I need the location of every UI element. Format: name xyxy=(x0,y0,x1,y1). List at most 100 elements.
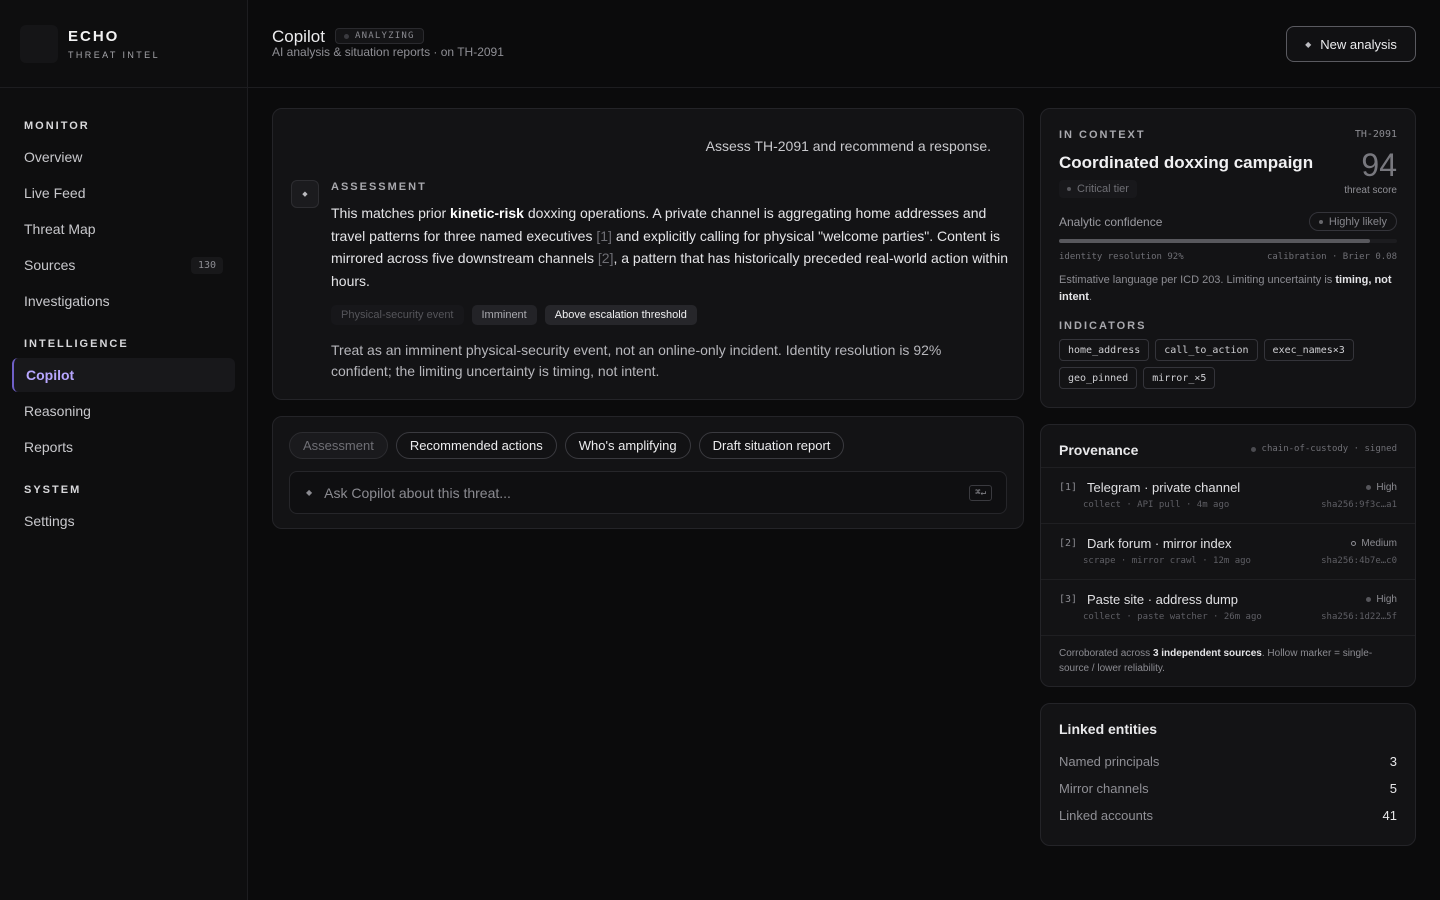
estimative-note: Estimative language per ICD 203. Limitin… xyxy=(1059,272,1399,306)
suggestion-chips: Assessment Recommended actions Who's amp… xyxy=(289,432,845,459)
tier-badge: Critical tier xyxy=(1059,180,1137,198)
entity-label: Named principals xyxy=(1059,754,1160,769)
linked-entities-panel: Linked entities Named principals 3 Mirror… xyxy=(1040,703,1416,846)
tag-physical-security: Physical-security event xyxy=(331,305,464,325)
reliability-label: Medium xyxy=(1361,538,1397,549)
status-badge-label: ANALYZING xyxy=(355,31,415,41)
indicator-tag[interactable]: call_to_action xyxy=(1155,339,1258,361)
composer-panel: Assessment Recommended actions Who's amp… xyxy=(272,416,1024,529)
reliability-dot-icon xyxy=(1366,485,1372,490)
entity-row[interactable]: Named principals 3 xyxy=(1059,754,1397,769)
source-name: Paste site · address dump xyxy=(1087,592,1239,607)
sidebar-item-reports[interactable]: Reports xyxy=(12,430,235,464)
source-reliability: High xyxy=(1366,594,1397,605)
source-hash: sha256:9f3c…a1 xyxy=(1321,500,1397,510)
source-hash: sha256:4b7e…c0 xyxy=(1321,556,1397,566)
linked-entities-title: Linked entities xyxy=(1059,721,1158,737)
source-row[interactable]: [2] Dark forum · mirror index Medium scr… xyxy=(1041,523,1415,579)
source-list: [1] Telegram · private channel High coll… xyxy=(1041,467,1415,635)
new-analysis-label: New analysis xyxy=(1320,36,1397,52)
sidebar-item-label: Reasoning xyxy=(24,403,91,419)
chip-recommended-actions[interactable]: Recommended actions xyxy=(395,432,557,459)
identity-resolution: identity resolution 92% xyxy=(1059,252,1184,262)
nav-heading-system: SYSTEM xyxy=(24,484,82,496)
sidebar-item-reasoning[interactable]: Reasoning xyxy=(12,394,235,428)
source-meta: scrape · mirror crawl · 12m ago xyxy=(1083,556,1251,566)
source-reliability: High xyxy=(1366,482,1397,493)
entity-label: Mirror channels xyxy=(1059,781,1149,796)
sidebar-item-settings[interactable]: Settings xyxy=(12,504,235,538)
source-index: [2] xyxy=(1059,538,1078,549)
nav-system: SYSTEM Settings xyxy=(0,482,247,538)
case-id: TH-2091 xyxy=(1354,129,1397,140)
provenance-title: Provenance xyxy=(1059,442,1139,458)
reliability-dot-icon xyxy=(1366,597,1372,602)
chip-assessment[interactable]: Assessment xyxy=(289,432,388,459)
confidence-bar-fill xyxy=(1059,239,1370,243)
brand-subtitle: THREAT INTEL xyxy=(68,49,160,60)
indicator-tag[interactable]: exec_names×3 xyxy=(1263,339,1354,361)
indicator-tag[interactable]: home_address xyxy=(1059,339,1150,361)
sidebar-item-copilot[interactable]: Copilot xyxy=(12,358,235,392)
sidebar-item-sources[interactable]: Sources 130 xyxy=(12,248,235,282)
nav-heading-monitor: MONITOR xyxy=(24,120,90,132)
confidence-dot-icon xyxy=(1318,219,1323,224)
indicator-tag[interactable]: geo_pinned xyxy=(1059,367,1138,389)
ask-input[interactable] xyxy=(324,484,945,501)
app-window: ECHO THREAT INTEL MONITOR Overview Live … xyxy=(0,0,1440,900)
ask-box: ◆ ⌘↵ xyxy=(289,471,1007,514)
sidebar-item-threat-map[interactable]: Threat Map xyxy=(12,212,235,246)
tier-dot-icon xyxy=(1067,187,1071,191)
page-header: Copilot ANALYZING AI analysis & situatio… xyxy=(248,0,1440,88)
confidence-label: Analytic confidence xyxy=(1059,215,1163,229)
chip-draft-report[interactable]: Draft situation report xyxy=(698,432,845,459)
citation-link[interactable]: [1] xyxy=(596,228,612,244)
reliability-label: High xyxy=(1376,594,1397,605)
source-meta: collect · paste watcher · 26m ago xyxy=(1083,612,1262,622)
nav-monitor: MONITOR Overview Live Feed Threat Map So… xyxy=(0,118,247,318)
entity-row[interactable]: Mirror channels 5 xyxy=(1059,781,1397,796)
entity-count: 5 xyxy=(1389,781,1397,796)
sidebar-item-label: Copilot xyxy=(26,367,75,383)
indicator-tag[interactable]: mirror_×5 xyxy=(1143,367,1216,389)
status-badge: ANALYZING xyxy=(335,28,424,44)
nav-heading-intelligence: INTELLIGENCE xyxy=(24,338,129,350)
sidebar-item-label: Sources xyxy=(24,257,76,273)
footnote-emphasis: 3 independent sources xyxy=(1152,648,1262,659)
assessment-emphasis: kinetic-risk xyxy=(450,205,524,221)
sidebar-item-label: Overview xyxy=(24,149,83,165)
entity-row[interactable]: Linked accounts 41 xyxy=(1059,808,1397,823)
new-analysis-button[interactable]: ◆ New analysis xyxy=(1286,26,1416,62)
threat-score-label: threat score xyxy=(1344,185,1397,196)
threat-score: 94 xyxy=(1361,147,1397,183)
sidebar-item-live-feed[interactable]: Live Feed xyxy=(12,176,235,210)
sidebar-item-label: Live Feed xyxy=(24,185,86,201)
assessment-text: This matches prior xyxy=(331,205,451,221)
custody-label: chain-of-custody · signed xyxy=(1261,444,1397,454)
citation-link[interactable]: [2] xyxy=(598,250,614,266)
indicators-label: INDICATORS xyxy=(1059,320,1147,332)
tag-escalation: Above escalation threshold xyxy=(544,305,697,325)
source-index: [3] xyxy=(1059,594,1078,605)
calibration: calibration · Brier 0.08 xyxy=(1266,252,1397,262)
conversation-panel: Assess TH-2091 and recommend a response.… xyxy=(272,108,1024,400)
tag-imminent: Imminent xyxy=(471,305,537,325)
note-text: . xyxy=(1088,291,1093,303)
confidence-value: Highly likely xyxy=(1328,215,1387,228)
source-row[interactable]: [1] Telegram · private channel High coll… xyxy=(1041,467,1415,523)
submit-shortcut-hint: ⌘↵ xyxy=(969,485,992,501)
chip-whos-amplifying[interactable]: Who's amplifying xyxy=(564,432,691,459)
sidebar-item-overview[interactable]: Overview xyxy=(12,140,235,174)
brand-name: ECHO xyxy=(68,27,120,45)
source-name: Dark forum · mirror index xyxy=(1087,536,1232,551)
custody-status: chain-of-custody · signed xyxy=(1250,444,1397,454)
sidebar-item-investigations[interactable]: Investigations xyxy=(12,284,235,318)
assessment-conclusion: Treat as an imminent physical-security e… xyxy=(331,342,942,379)
assessment-label: ASSESSMENT xyxy=(331,181,427,193)
note-text: Estimative language per ICD 203. Limitin… xyxy=(1059,274,1336,286)
diamond-icon: ◆ xyxy=(306,488,313,497)
source-row[interactable]: [3] Paste site · address dump High colle… xyxy=(1041,579,1415,635)
sidebar: ECHO THREAT INTEL MONITOR Overview Live … xyxy=(0,0,248,900)
nav-intelligence: INTELLIGENCE Copilot Reasoning Reports xyxy=(0,336,247,464)
source-reliability: Medium xyxy=(1351,538,1397,549)
